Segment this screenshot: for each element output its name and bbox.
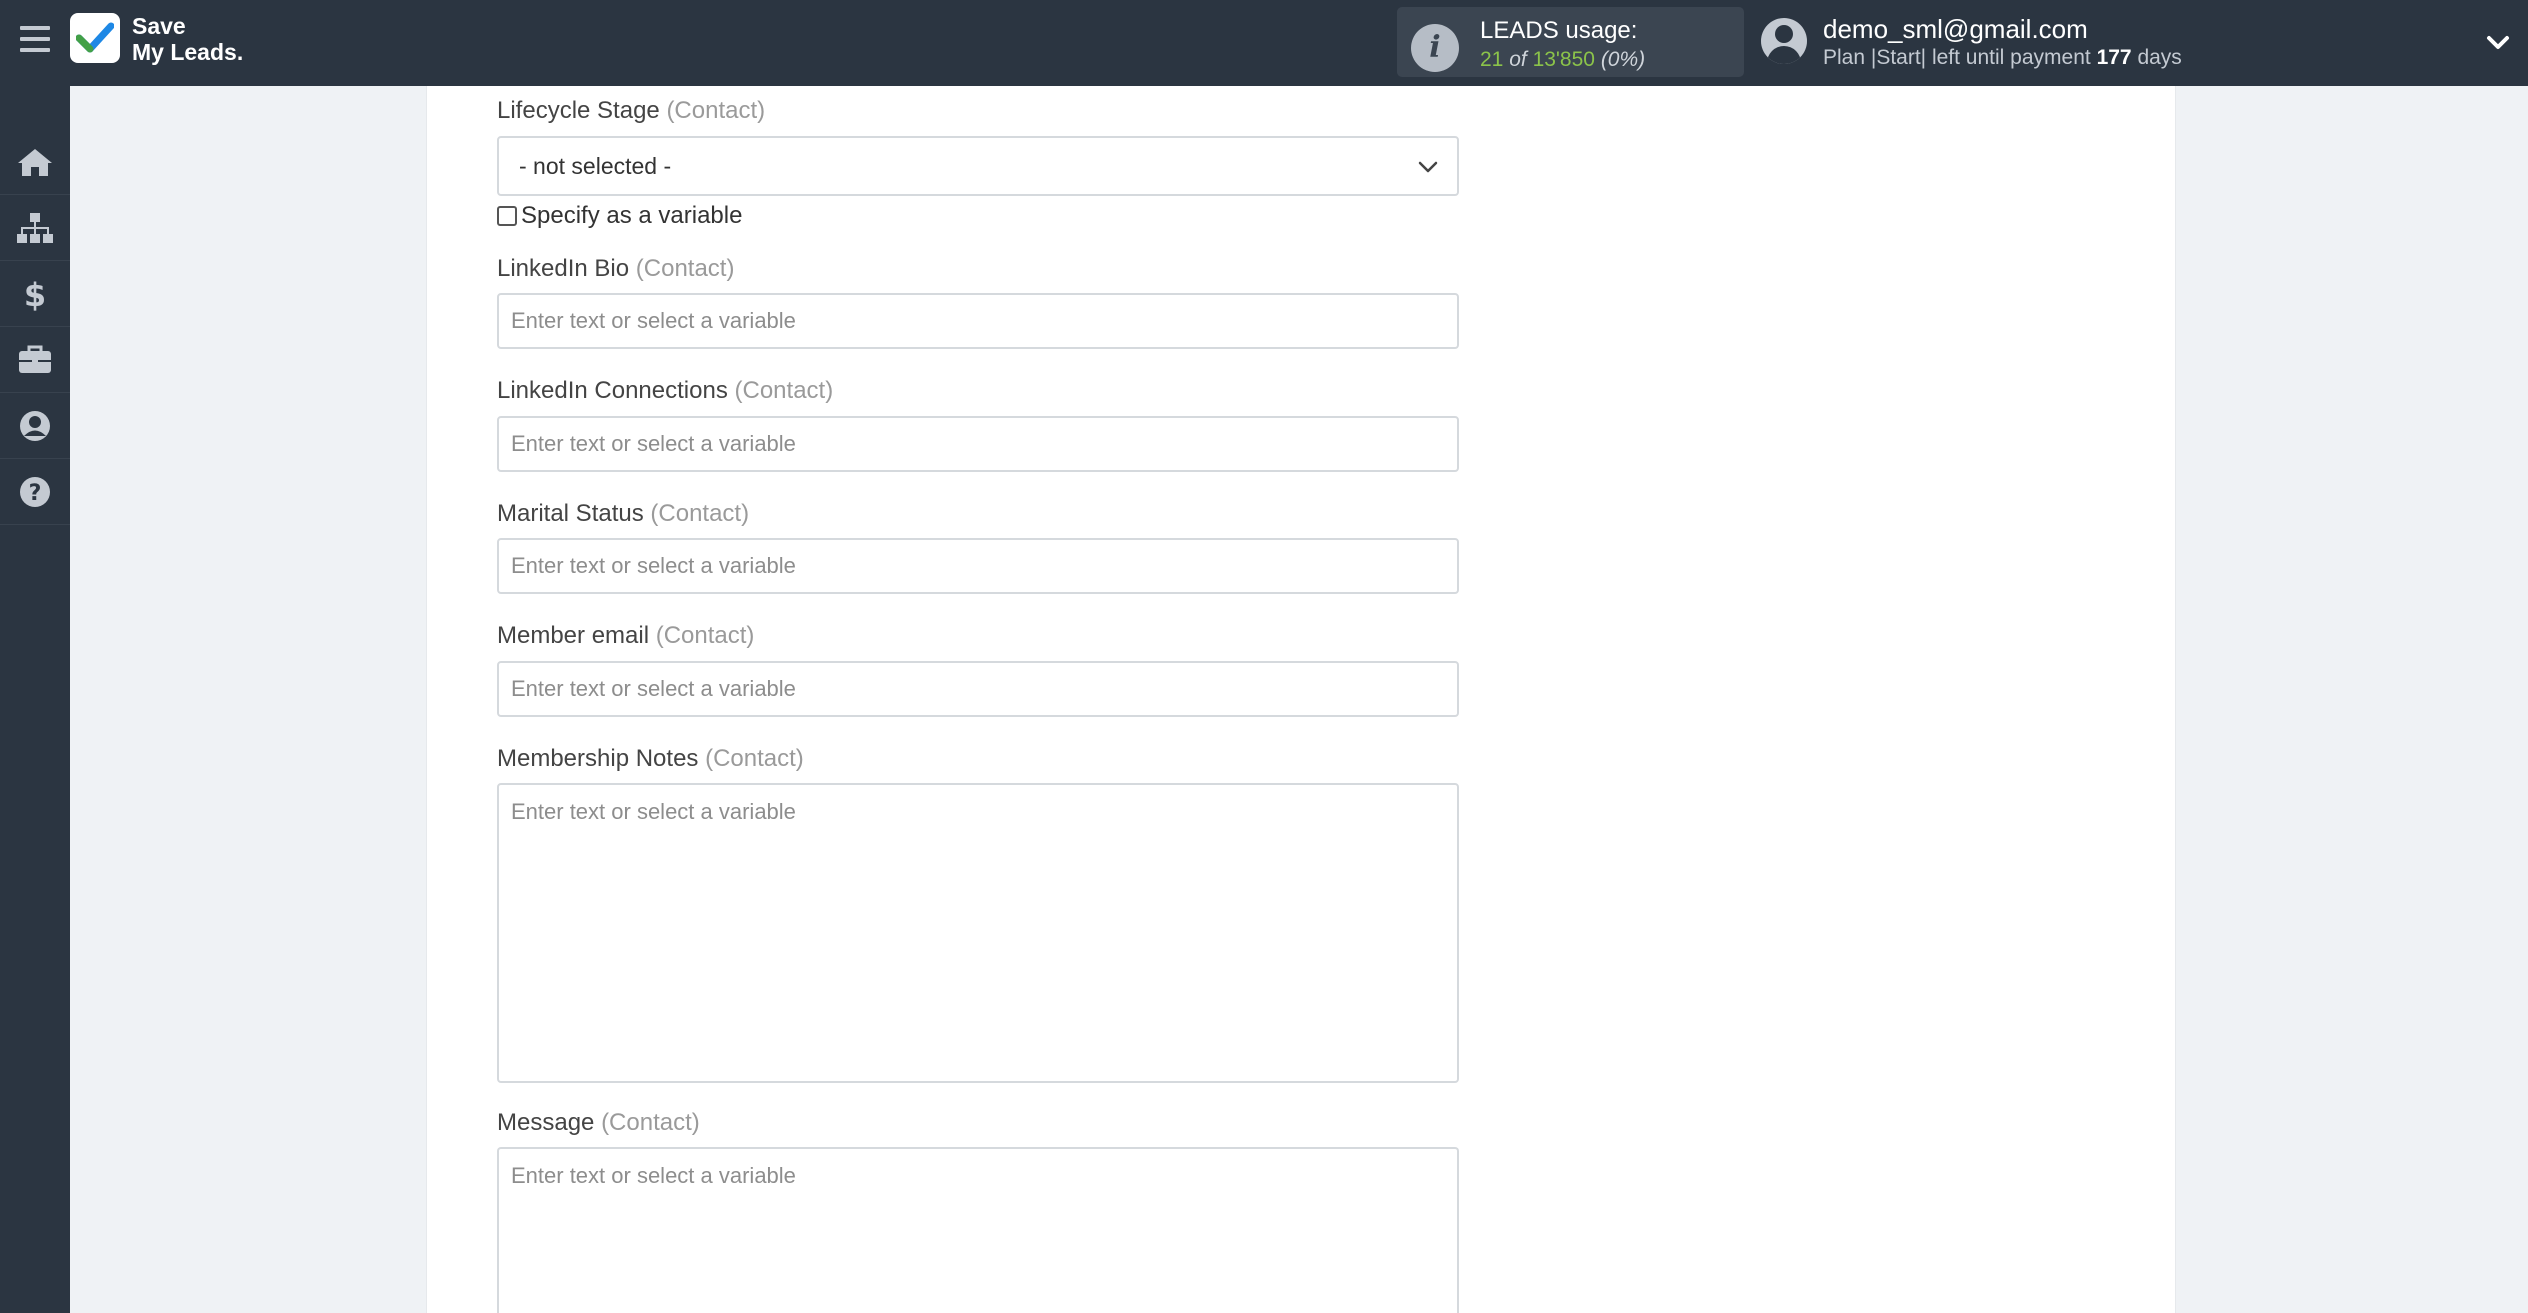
member-email-label: Member email (Contact) [497,622,754,650]
linkedin-connections-label: LinkedIn Connections (Contact) [497,377,833,405]
chevron-down-icon[interactable] [2484,29,2512,57]
marital-status-label: Marital Status (Contact) [497,500,749,528]
usage-total: 13'850 [1532,48,1595,71]
linkedin-bio-label: LinkedIn Bio (Contact) [497,255,734,283]
specify-variable-row: Specify as a variable [497,201,742,231]
menu-icon[interactable] [20,26,50,54]
brand-name: Save My Leads. [132,13,243,65]
sidebar-item-billing[interactable]: $ [0,261,70,327]
field-sublabel: (Contact) [650,500,750,527]
sidebar: $ ? [0,86,70,1313]
lifecycle-stage-select[interactable]: - not selected - [497,136,1459,196]
usage-used: 21 [1480,48,1504,71]
field-sublabel: (Contact) [734,377,834,404]
home-icon [18,148,52,176]
svg-text:$: $ [24,276,46,312]
plan-prefix: Plan |Start| left until payment [1823,46,2091,69]
plan-suffix: days [2137,46,2182,69]
field-label: Marital Status [497,500,644,527]
field-label: LinkedIn Connections [497,377,728,404]
linkedin-bio-input[interactable] [497,293,1459,349]
svg-text:?: ? [29,481,42,506]
top-bar: Save My Leads. i LEADS usage: 21 of 13'8… [0,0,2528,86]
sidebar-item-help[interactable]: ? [0,459,70,525]
field-sublabel: (Contact) [666,97,766,124]
field-label: Message [497,1109,595,1136]
plan-info: Plan |Start| left until payment 177 days [1823,46,2182,70]
chevron-down-icon [1417,156,1439,183]
member-email-input[interactable] [497,661,1459,717]
brand-line-2: My Leads. [132,39,244,65]
message-textarea[interactable] [497,1147,1459,1313]
specify-variable-checkbox[interactable] [497,206,517,226]
sidebar-item-connections[interactable] [0,195,70,261]
sitemap-icon [17,212,53,243]
info-icon: i [1411,24,1459,72]
field-sublabel: (Contact) [635,255,735,282]
membership-notes-textarea[interactable] [497,783,1459,1083]
marital-status-input[interactable] [497,538,1459,594]
field-label: LinkedIn Bio [497,255,630,282]
field-label: Member email [497,622,650,649]
lifecycle-stage-label: Lifecycle Stage (Contact) [497,97,765,125]
dollar-icon: $ [24,276,46,312]
user-avatar-icon[interactable] [1761,18,1807,64]
field-sublabel: (Contact) [601,1109,700,1136]
brand-line-1: Save [132,13,186,39]
leads-usage-panel: i LEADS usage: 21 of 13'850 (0%) [1397,7,1744,77]
plan-days: 177 [2096,46,2132,69]
sidebar-item-tools[interactable] [0,327,70,393]
user-circle-icon [20,410,50,441]
membership-notes-label: Membership Notes (Contact) [497,745,804,773]
logo[interactable] [70,13,120,63]
field-label: Membership Notes [497,745,699,772]
field-sublabel: (Contact) [655,622,755,649]
specify-variable-label[interactable]: Specify as a variable [521,202,742,230]
field-sublabel: (Contact) [705,745,804,772]
question-circle-icon: ? [20,476,50,507]
select-value: - not selected - [519,153,672,179]
checkmark-logo-icon [76,22,114,53]
sidebar-item-home[interactable] [0,129,70,195]
sidebar-item-account[interactable] [0,393,70,459]
user-email[interactable]: demo_sml@gmail.com [1823,14,2088,45]
briefcase-icon [19,345,51,373]
message-label: Message (Contact) [497,1109,700,1137]
usage-count: 21 of 13'850 (0%) [1480,48,1645,72]
usage-title: LEADS usage: [1480,17,1638,44]
linkedin-connections-input[interactable] [497,416,1459,472]
usage-of: of [1509,48,1527,71]
field-label: Lifecycle Stage [497,97,660,124]
usage-percent: (0%) [1600,48,1646,71]
